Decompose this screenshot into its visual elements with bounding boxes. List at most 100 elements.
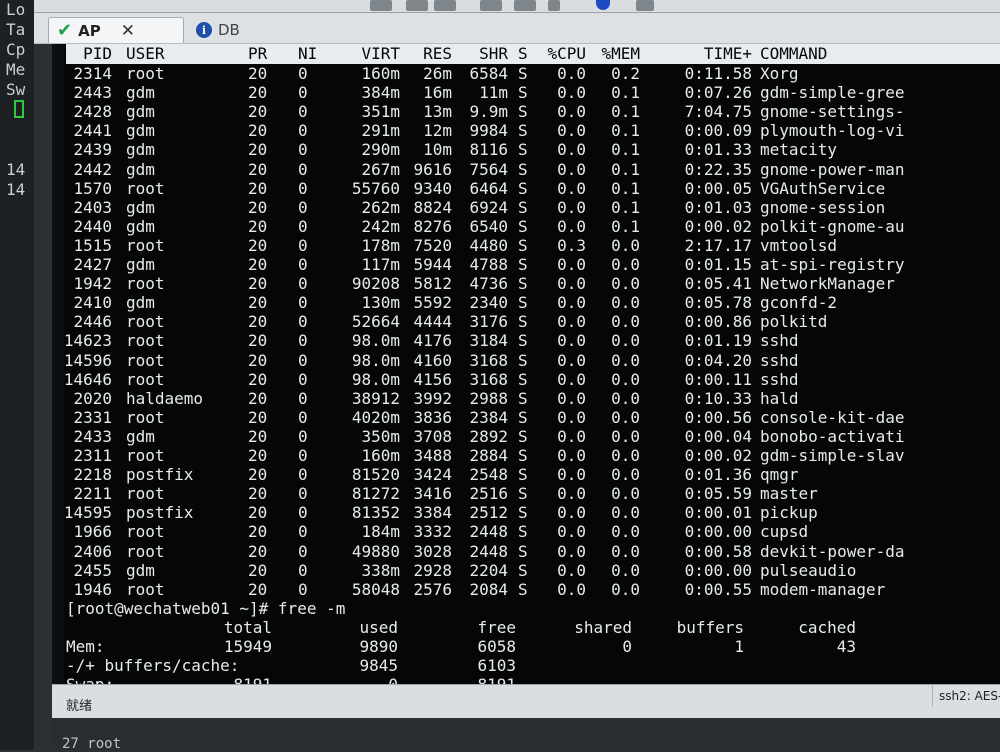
cell-virt: 4020m (351, 407, 400, 427)
cell-cpu: 0.0 (557, 64, 586, 83)
cell-s: S (518, 484, 528, 504)
cell-command: devkit-power-da (760, 541, 905, 561)
cell-user: root (126, 407, 165, 427)
cell-pr: 20 (248, 197, 268, 217)
help-icon[interactable] (596, 0, 610, 10)
cell-cpu: 0.0 (557, 159, 586, 179)
header-virt: VIRT (361, 44, 400, 63)
cell-res: 8824 (413, 197, 452, 217)
cell-res: 8276 (413, 216, 452, 236)
cell-pr: 20 (248, 83, 268, 103)
cell-res: 4444 (413, 312, 452, 332)
cell-virt: 350m (361, 426, 400, 446)
free-command-line: [root@wechatweb01 ~]# free -m (66, 598, 346, 618)
cell-time: 0:01.15 (684, 255, 752, 274)
cell-time: 0:00.86 (684, 312, 752, 332)
close-icon[interactable]: ✕ (121, 21, 135, 41)
cell-cpu: 0.3 (557, 235, 586, 255)
cell-user: root (126, 369, 165, 389)
cell-shr: 6584 (469, 64, 508, 83)
cell-command: polkit-gnome-au (760, 216, 905, 236)
cell-pr: 20 (248, 274, 268, 294)
cell-virt: 90208 (351, 274, 400, 294)
cell-time: 0:00.55 (684, 579, 752, 599)
cell-mem: 0.1 (611, 140, 640, 160)
cell-cpu: 0.0 (557, 426, 586, 446)
cell-pr: 20 (248, 503, 268, 523)
cell-pid: 2410 (73, 293, 112, 313)
cell-pid: 2443 (73, 83, 112, 103)
cell-shr: 3184 (469, 331, 508, 351)
cell-mem: 0.1 (611, 197, 640, 217)
free-label: Mem: (66, 637, 105, 656)
toolbar-tools-icon[interactable] (514, 0, 536, 11)
terminal-screen[interactable]: PID USER PR NI VIRT RES SHR S %CPU %MEM TIME+ COMMA… (52, 44, 1000, 684)
cell-pid: 2442 (73, 159, 112, 179)
toolbar-server-icon[interactable] (434, 0, 456, 11)
cell-s: S (518, 579, 528, 599)
cell-mem: 0.0 (611, 369, 640, 389)
cell-pr: 20 (248, 350, 268, 370)
process-row: 14646 root 20 0 98.0m 4156 3168 S 0.0 0.0 0:00.11 s… (52, 370, 1000, 389)
toolbar-key-icon[interactable] (548, 0, 560, 11)
cell-ni: 0 (298, 388, 308, 408)
cell-cpu: 0.0 (557, 465, 586, 485)
cell-cpu: 0.0 (557, 274, 586, 294)
cell-res: 5592 (413, 293, 452, 313)
cell-command: cupsd (760, 522, 809, 542)
cell-time: 0:00.05 (684, 178, 752, 198)
cell-command: gnome-settings- (760, 102, 905, 122)
process-row: 2020 haldaemo 20 0 38912 3992 2988 S 0.0 0.0 0:10.… (52, 389, 1000, 408)
free-cached: cached (798, 617, 856, 637)
cell-pr: 20 (248, 369, 268, 389)
cell-res: 3028 (413, 541, 452, 561)
cell-res: 3384 (413, 503, 452, 523)
cell-ni: 0 (298, 102, 308, 122)
cell-virt: 242m (361, 216, 400, 236)
process-row: 2443 gdm 20 0 384m 16m 11m S 0.0 0.1 0:07.26 gdm-si… (52, 83, 1000, 102)
tab-db[interactable]: i DB (196, 17, 306, 43)
cell-user: gdm (126, 216, 155, 236)
cell-command: vmtoolsd (760, 235, 838, 255)
toolbar-copy-icon[interactable] (406, 0, 428, 11)
toolbar-settings-icon[interactable] (480, 0, 502, 11)
cell-user: root (126, 312, 165, 332)
free-free: 8191 (477, 675, 516, 684)
process-row: 2311 root 20 0 160m 3488 2884 S 0.0 0.0 0:00.02 gdm… (52, 446, 1000, 465)
cell-s: S (518, 503, 528, 523)
cell-mem: 0.0 (611, 560, 640, 580)
cell-time: 0:00.01 (684, 503, 752, 523)
free-header-row: total used free shared buffers cached (52, 618, 1000, 637)
cell-user: gdm (126, 293, 155, 313)
toolbar-about-icon[interactable] (636, 0, 654, 11)
cell-virt: 49880 (351, 541, 400, 561)
cell-shr: 7564 (469, 159, 508, 179)
cell-command: master (760, 484, 818, 504)
cell-res: 3708 (413, 426, 452, 446)
cell-virt: 98.0m (351, 331, 400, 351)
cell-command: sshd (760, 331, 799, 351)
toolbar-print-icon[interactable] (370, 0, 392, 11)
cell-res: 3416 (413, 484, 452, 504)
cell-cpu: 0.0 (557, 350, 586, 370)
cell-virt: 160m (361, 64, 400, 83)
tab-ap[interactable]: ✔ AP ✕ (48, 17, 184, 43)
cell-mem: 0.0 (611, 312, 640, 332)
cell-pr: 20 (248, 159, 268, 179)
cell-cpu: 0.0 (557, 369, 586, 389)
header-command: COMMAND (760, 44, 828, 63)
cell-user: root (126, 579, 165, 599)
free-used: 0 (388, 675, 398, 684)
cell-s: S (518, 235, 528, 255)
header-user: USER (126, 44, 165, 63)
cell-res: 3424 (413, 465, 452, 485)
cell-pr: 20 (248, 235, 268, 255)
cell-user: root (126, 331, 165, 351)
background-text-line: 14 (6, 180, 26, 199)
cell-user: root (126, 64, 165, 83)
cell-pr: 20 (248, 255, 268, 274)
cell-pid: 14595 (63, 503, 112, 523)
cell-virt: 184m (361, 522, 400, 542)
cell-cpu: 0.0 (557, 255, 586, 274)
cell-ni: 0 (298, 503, 308, 523)
